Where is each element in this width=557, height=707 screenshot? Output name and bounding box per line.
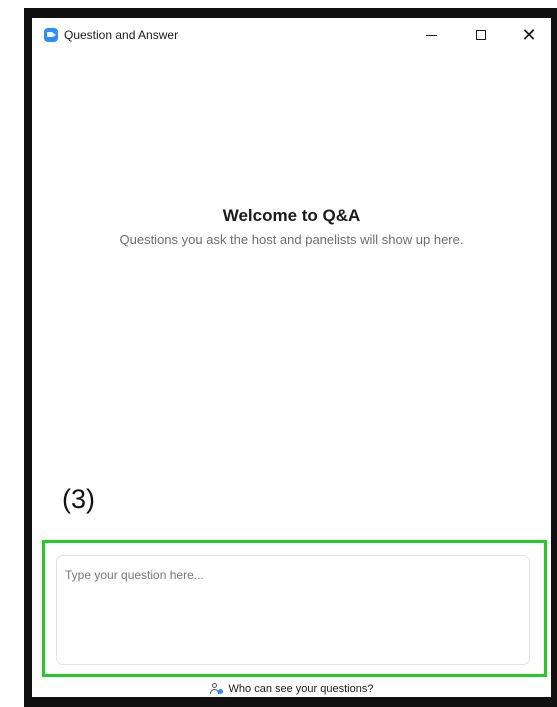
who-can-see-link[interactable]: Who can see your questions? <box>32 680 551 697</box>
maximize-icon <box>476 30 486 40</box>
maximize-button[interactable] <box>466 24 496 46</box>
people-icon <box>209 682 224 695</box>
close-icon: ✕ <box>521 25 537 45</box>
question-input[interactable] <box>57 556 529 664</box>
zoom-app-icon <box>44 28 58 42</box>
welcome-panel: Welcome to Q&A Questions you ask the hos… <box>32 206 551 249</box>
annotation-label: (3) <box>62 484 95 514</box>
minimize-icon <box>425 34 437 36</box>
question-input-container <box>56 555 530 665</box>
welcome-message: Questions you ask the host and panelists… <box>119 232 464 247</box>
window-title: Question and Answer <box>64 28 179 42</box>
close-button[interactable]: ✕ <box>514 24 544 46</box>
title-bar: Question and Answer ✕ <box>32 18 551 52</box>
who-can-see-label: Who can see your questions? <box>228 682 374 695</box>
welcome-heading: Welcome to Q&A <box>222 206 361 225</box>
qa-window: Question and Answer ✕ Welcome to Q&A Que… <box>32 18 551 697</box>
minimize-button[interactable] <box>416 24 446 46</box>
